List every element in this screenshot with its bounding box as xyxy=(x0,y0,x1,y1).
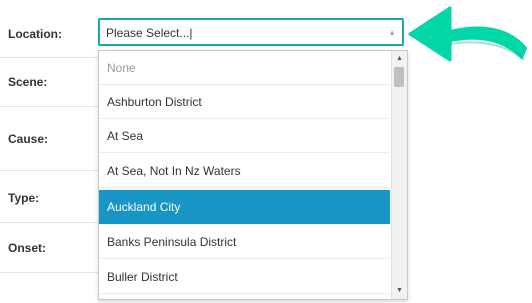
divider xyxy=(0,170,100,171)
option-banks-peninsula-district[interactable]: Banks Peninsula District xyxy=(99,225,390,259)
option-ashburton-district[interactable]: Ashburton District xyxy=(99,85,390,119)
cause-label: Cause: xyxy=(8,132,49,146)
location-label: Location: xyxy=(8,27,62,41)
location-dropdown-list[interactable]: None Ashburton District At Sea At Sea, N… xyxy=(98,50,408,300)
dropdown-scrollbar[interactable]: ▲ ▼ xyxy=(391,51,407,299)
option-at-sea-not-in-nz-waters[interactable]: At Sea, Not In Nz Waters xyxy=(99,154,390,188)
scroll-up-arrow-icon[interactable]: ▲ xyxy=(392,53,407,65)
option-at-sea[interactable]: At Sea xyxy=(99,119,390,153)
option-none[interactable]: None xyxy=(99,51,390,85)
scene-label: Scene: xyxy=(8,75,48,89)
scroll-down-arrow-icon[interactable]: ▼ xyxy=(392,285,407,297)
onset-label: Onset: xyxy=(8,241,47,255)
caret-up-icon[interactable]: ▲ xyxy=(388,28,396,37)
divider xyxy=(0,57,100,58)
type-label: Type: xyxy=(8,191,40,205)
curved-arrow-icon xyxy=(408,6,527,62)
divider xyxy=(0,106,100,107)
option-auckland-city[interactable]: Auckland City xyxy=(99,190,390,224)
option-buller-district[interactable]: Buller District xyxy=(99,260,390,294)
divider xyxy=(0,272,100,273)
location-select-value[interactable]: Please Select...| xyxy=(106,26,193,40)
scrollbar-thumb[interactable] xyxy=(394,67,404,87)
location-select[interactable]: Please Select...| ▲ xyxy=(98,18,404,46)
divider xyxy=(0,222,100,223)
